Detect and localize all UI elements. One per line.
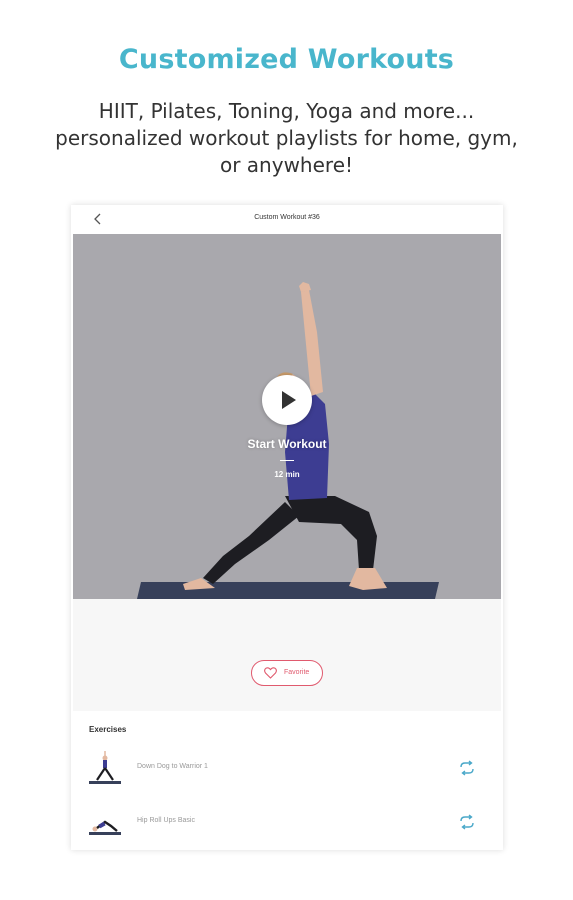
exercise-row-hip-roll[interactable]: Hip Roll Ups Basic [71, 800, 503, 844]
promo-title: Customized Workouts [118, 44, 455, 75]
exercise-row-down-dog[interactable]: Down Dog to Warrior 1 [71, 746, 503, 790]
start-workout-label[interactable]: Start Workout [73, 437, 501, 451]
promo-subtitle: HIIT, Pilates, Toning, Yoga and more... … [30, 98, 543, 179]
favorite-label: Favorite [284, 669, 310, 676]
workout-duration: 12 min [274, 470, 300, 479]
play-icon [282, 391, 296, 409]
app-screen: Custom Workout #36 Start Workout 12 min … [71, 205, 503, 850]
yoga-pose-thumbnail [89, 751, 121, 784]
heart-icon [264, 667, 277, 679]
exercises-header: Exercises [89, 725, 127, 734]
workout-hero[interactable]: Start Workout 12 min [73, 234, 501, 599]
hero-divider [280, 460, 294, 461]
promo-subtitle-line-3: or anywhere! [219, 153, 354, 177]
promo-subtitle-line-1: HIIT, Pilates, Toning, Yoga and more... [98, 99, 475, 123]
play-button[interactable] [262, 375, 312, 425]
exercise-name: Hip Roll Ups Basic [137, 817, 195, 824]
workout-title: Custom Workout #36 [254, 214, 320, 221]
repeat-icon[interactable] [457, 758, 477, 778]
top-bar: Custom Workout #36 [71, 205, 503, 234]
exercise-name: Down Dog to Warrior 1 [137, 763, 208, 770]
favorite-section: Favorite [73, 599, 501, 711]
promo-subtitle-line-2: personalized workout playlists for home,… [55, 126, 518, 150]
floor-exercise-thumbnail [89, 820, 121, 835]
repeat-icon[interactable] [457, 812, 477, 832]
favorite-button[interactable]: Favorite [251, 660, 323, 686]
